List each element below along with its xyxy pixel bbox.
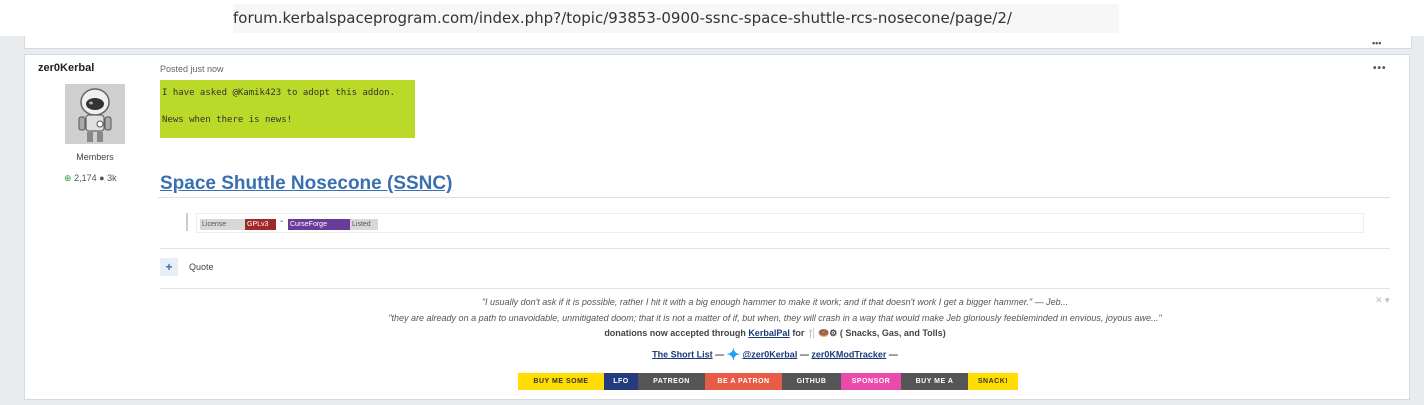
donations-prefix: donations now accepted through (604, 328, 749, 338)
notice-box: I have asked @Kamik423 to adopt this add… (160, 80, 415, 138)
browser-topbar: forum.kerbalspaceprogram.com/index.php?/… (0, 0, 1424, 36)
signature-quote-1: "I usually don't ask if it is possible, … (481, 297, 1069, 307)
signature-links: The Short List — ✦ @zer0Kerbal — zer0KMo… (160, 345, 1390, 365)
donations-suffix: for 🍴🍩⚙ ( Snacks, Gas, and Tolls) (789, 328, 946, 338)
curseforge-badge-label[interactable]: CurseForge (288, 219, 350, 230)
signature-donations: donations now accepted through KerbalPal… (160, 328, 1390, 339)
short-list-link[interactable]: The Short List (652, 349, 713, 359)
twitter-bird-icon: ✦ (726, 347, 740, 364)
twitter-handle-link[interactable]: @zer0Kerbal (743, 349, 798, 359)
buy-me-a-button[interactable]: BUY ME A (901, 373, 968, 390)
buy-me-some-button[interactable]: BUY ME SOME (518, 373, 604, 390)
link-dash-2: — (797, 349, 812, 360)
modtracker-link[interactable]: zer0KModTracker (811, 349, 886, 359)
notice-line-1: I have asked @Kamik423 to adopt this add… (162, 88, 395, 98)
blockquote-bar (186, 213, 188, 231)
quote-button[interactable]: Quote (189, 262, 214, 272)
github-button[interactable]: GITHUB (782, 373, 841, 390)
robot-avatar-icon (65, 84, 125, 144)
comment-icon: ● (99, 173, 105, 183)
license-badge-label[interactable]: License (200, 219, 245, 230)
kerbalpal-link[interactable]: KerbalPal (748, 328, 790, 338)
post-more-menu[interactable]: ••• (1373, 63, 1387, 74)
reputation-count: 2,174 (74, 173, 97, 183)
signature-divider (160, 288, 1390, 289)
previous-post-more-menu[interactable]: ••• (1372, 38, 1381, 48)
badge-separator: - (280, 216, 284, 227)
previous-post-bottom (24, 36, 1412, 49)
sponsor-button[interactable]: SPONSOR (841, 373, 901, 390)
reputation-icon: ⊕ (64, 173, 72, 183)
post-count: 3k (107, 173, 117, 183)
link-dash-3: — (886, 349, 898, 360)
multiquote-plus-button[interactable]: + (160, 258, 178, 276)
be-a-patron-button[interactable]: BE A PATRON (705, 373, 782, 390)
notice-line-2: News when there is news! (162, 115, 293, 125)
post-title-link[interactable]: Space Shuttle Nosecone (SSNC) (160, 173, 452, 195)
license-badge-value[interactable]: GPLv3 (245, 219, 276, 230)
lfo-button[interactable]: LFO (604, 373, 638, 390)
snack-button[interactable]: SNACK! (968, 373, 1018, 390)
curseforge-badge-value[interactable]: Listed (350, 219, 378, 230)
member-group: Members (76, 152, 114, 162)
avatar[interactable] (65, 84, 125, 144)
divider (160, 248, 1390, 249)
address-bar[interactable]: forum.kerbalspaceprogram.com/index.php?/… (233, 4, 1119, 33)
author-stats: ⊕ 2,174 ● 3k (64, 173, 117, 184)
link-dash-1: — (712, 349, 727, 360)
posted-time[interactable]: Posted just now (160, 64, 224, 74)
patreon-button[interactable]: PATREON (638, 373, 705, 390)
author-name[interactable]: zer0Kerbal (38, 62, 138, 74)
signature-quote-2: "they are already on a path to unavoidab… (388, 313, 1162, 323)
